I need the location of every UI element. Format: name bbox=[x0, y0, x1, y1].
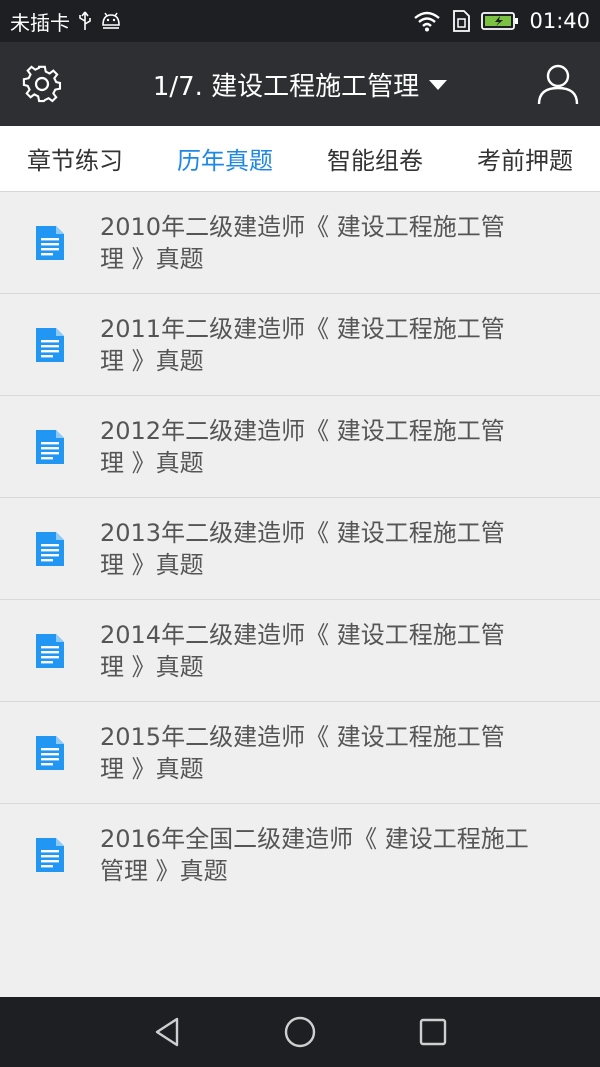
paper-title-line2: 理 》真题 bbox=[100, 244, 204, 273]
back-button[interactable] bbox=[147, 1012, 187, 1052]
paper-title-line2: 理 》真题 bbox=[100, 652, 204, 681]
document-icon bbox=[36, 531, 64, 566]
dropdown-caret-icon[interactable] bbox=[429, 80, 448, 90]
document-icon bbox=[36, 225, 64, 260]
home-circle-icon bbox=[284, 1016, 316, 1048]
title-wrap: 1/7. 建设工程施工管理 bbox=[0, 42, 600, 126]
paper-title: 2010年二级建造师《 建设工程施工管 理 》真题 bbox=[100, 211, 505, 275]
paper-title-line2: 理 》真题 bbox=[100, 448, 204, 477]
tab-smart-paper[interactable]: 智能组卷 bbox=[300, 141, 450, 176]
recents-button[interactable] bbox=[413, 1012, 453, 1052]
paper-title: 2015年二级建造师《 建设工程施工管 理 》真题 bbox=[100, 721, 505, 785]
paper-title-line1: 2014年二级建造师《 建设工程施工管 bbox=[100, 620, 505, 649]
system-nav-bar bbox=[0, 997, 600, 1067]
profile-button[interactable] bbox=[536, 62, 580, 106]
tab-predicted-questions[interactable]: 考前押题 bbox=[450, 141, 600, 176]
carrier-text: 未插卡 bbox=[10, 10, 70, 35]
list-item[interactable]: 2014年二级建造师《 建设工程施工管 理 》真题 bbox=[0, 600, 600, 702]
exam-paper-list: 2010年二级建造师《 建设工程施工管 理 》真题 2011年二级建造师《 建设… bbox=[0, 192, 600, 906]
home-button[interactable] bbox=[280, 1012, 320, 1052]
document-icon bbox=[36, 633, 64, 668]
list-item[interactable]: 2015年二级建造师《 建设工程施工管 理 》真题 bbox=[0, 702, 600, 804]
paper-title: 2016年全国二级建造师《 建设工程施工 管理 》真题 bbox=[100, 823, 529, 887]
paper-title-line1: 2016年全国二级建造师《 建设工程施工 bbox=[100, 825, 529, 853]
back-triangle-icon bbox=[155, 1017, 178, 1047]
document-icon bbox=[36, 429, 64, 464]
gear-icon bbox=[22, 65, 62, 103]
recents-square-icon bbox=[420, 1018, 447, 1046]
list-item[interactable]: 2013年二级建造师《 建设工程施工管 理 》真题 bbox=[0, 498, 600, 600]
paper-title-line2: 理 》真题 bbox=[100, 754, 204, 783]
android-debug-icon bbox=[100, 11, 122, 31]
document-icon bbox=[36, 735, 64, 770]
sim-icon bbox=[451, 10, 471, 32]
status-right: 01:40 bbox=[413, 9, 590, 33]
tab-chapter-practice[interactable]: 章节练习 bbox=[0, 141, 150, 176]
tab-bar: 章节练习 历年真题 智能组卷 考前押题 bbox=[0, 126, 600, 192]
list-item[interactable]: 2012年二级建造师《 建设工程施工管 理 》真题 bbox=[0, 396, 600, 498]
tab-past-exams[interactable]: 历年真题 bbox=[150, 141, 300, 176]
paper-title-line2: 理 》真题 bbox=[100, 346, 204, 375]
wifi-icon bbox=[413, 10, 441, 32]
paper-title: 2014年二级建造师《 建设工程施工管 理 》真题 bbox=[100, 619, 505, 683]
status-left: 未插卡 bbox=[10, 7, 122, 36]
settings-button[interactable] bbox=[22, 64, 62, 104]
paper-title: 2013年二级建造师《 建设工程施工管 理 》真题 bbox=[100, 517, 505, 581]
paper-title-line1: 2013年二级建造师《 建设工程施工管 bbox=[100, 518, 505, 547]
paper-title: 2011年二级建造师《 建设工程施工管 理 》真题 bbox=[100, 313, 505, 377]
paper-title-line1: 2011年二级建造师《 建设工程施工管 bbox=[100, 314, 505, 343]
app-header: 1/7. 建设工程施工管理 bbox=[0, 42, 600, 126]
usb-icon bbox=[78, 11, 92, 31]
clock: 01:40 bbox=[529, 9, 590, 33]
paper-title-line2: 理 》真题 bbox=[100, 550, 204, 579]
paper-title-line1: 2010年二级建造师《 建设工程施工管 bbox=[100, 212, 505, 241]
course-selector[interactable]: 1/7. 建设工程施工管理 bbox=[153, 66, 419, 103]
list-item[interactable]: 2016年全国二级建造师《 建设工程施工 管理 》真题 bbox=[0, 804, 600, 906]
document-icon bbox=[36, 838, 64, 872]
status-bar: 未插卡 01:40 bbox=[0, 0, 600, 42]
paper-title: 2012年二级建造师《 建设工程施工管 理 》真题 bbox=[100, 415, 505, 479]
user-icon bbox=[537, 64, 579, 105]
paper-title-line1: 2015年二级建造师《 建设工程施工管 bbox=[100, 722, 505, 751]
list-item[interactable]: 2011年二级建造师《 建设工程施工管 理 》真题 bbox=[0, 294, 600, 396]
battery-charging-icon bbox=[481, 11, 519, 31]
paper-title-line1: 2012年二级建造师《 建设工程施工管 bbox=[100, 416, 505, 445]
document-icon bbox=[36, 327, 64, 362]
list-item[interactable]: 2010年二级建造师《 建设工程施工管 理 》真题 bbox=[0, 192, 600, 294]
paper-title-line2: 管理 》真题 bbox=[100, 857, 228, 885]
